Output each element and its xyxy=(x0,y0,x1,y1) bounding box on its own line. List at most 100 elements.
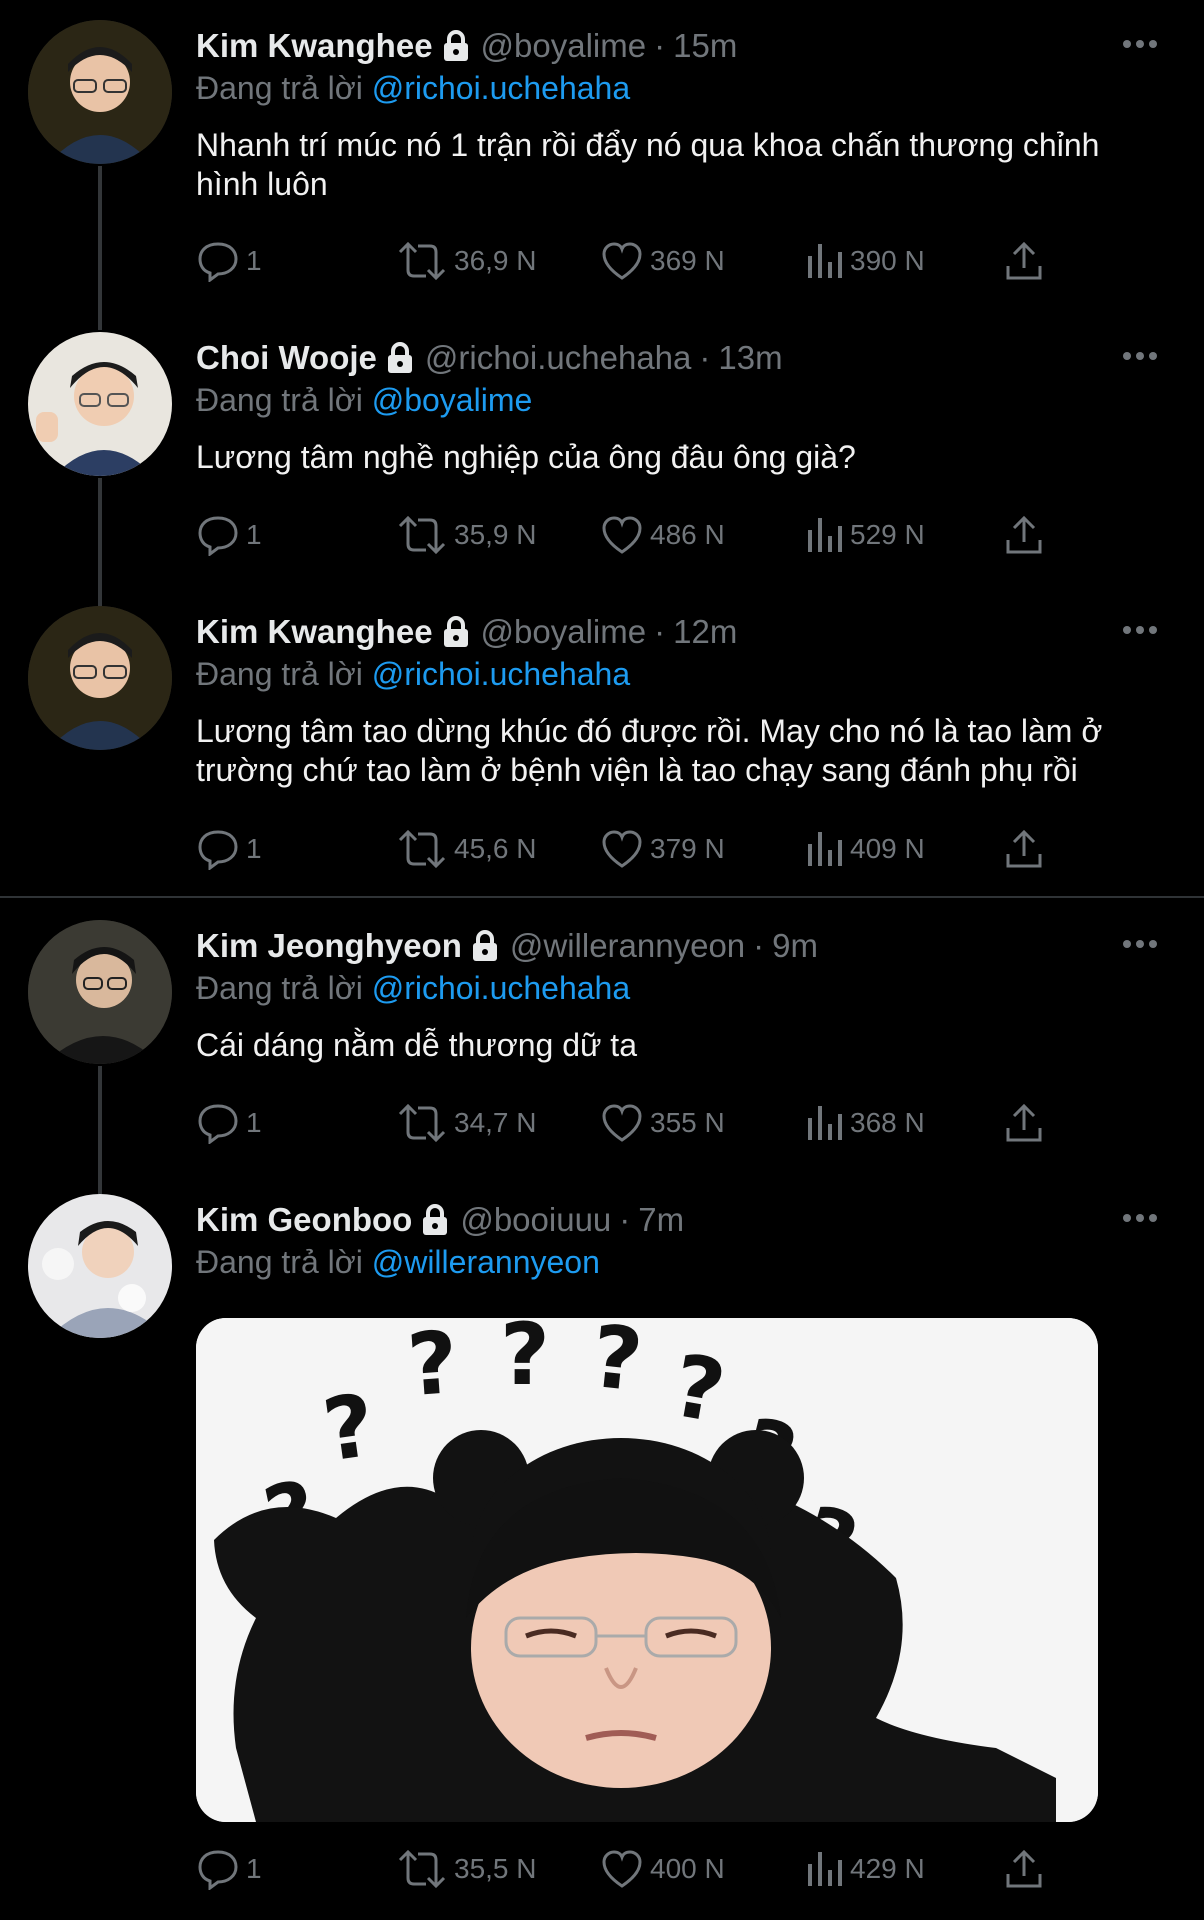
avatar[interactable] xyxy=(28,920,172,1064)
reply-button[interactable]: 1 xyxy=(196,1844,262,1894)
tweet-text: Cái dáng nằm dễ thương dữ ta xyxy=(196,1027,637,1063)
display-name[interactable]: Kim Geonboo xyxy=(196,1201,412,1239)
lock-icon xyxy=(441,29,471,63)
retweet-button[interactable]: 34,7 N xyxy=(396,1098,537,1148)
share-icon xyxy=(1006,1103,1042,1142)
reply-button[interactable]: 1 xyxy=(196,824,262,874)
more-icon[interactable] xyxy=(1120,24,1160,64)
timestamp[interactable]: 15m xyxy=(673,27,737,65)
handle[interactable]: @richoi.uchehaha xyxy=(425,339,692,377)
like-button[interactable]: 400 N xyxy=(600,1844,725,1894)
handle[interactable]: @boyalime xyxy=(481,613,647,651)
retweet-count: 45,6 N xyxy=(454,833,537,864)
tweet-actions: 1 36,9 N 369 N 390 N xyxy=(196,236,1056,286)
share-button[interactable] xyxy=(1002,824,1052,874)
retweet-button[interactable]: 36,9 N xyxy=(396,236,537,286)
tweet[interactable]: Choi Wooje @richoi.uchehaha · 13m Đang t… xyxy=(0,314,1204,594)
views-button[interactable]: 529 N xyxy=(804,510,925,560)
display-name[interactable]: Kim Kwanghee xyxy=(196,613,433,651)
views-button[interactable]: 390 N xyxy=(804,236,925,286)
reply-button[interactable]: 1 xyxy=(196,1098,262,1148)
handle[interactable]: @boyalime xyxy=(481,27,647,65)
like-count: 355 N xyxy=(650,1107,725,1138)
more-icon[interactable] xyxy=(1120,1198,1160,1238)
reply-count: 1 xyxy=(246,1107,262,1138)
retweet-count: 36,9 N xyxy=(454,245,537,276)
reply-count: 1 xyxy=(246,519,262,550)
separator: · xyxy=(753,927,765,964)
like-button[interactable]: 355 N xyxy=(600,1098,725,1148)
handle[interactable]: @willerannyeon xyxy=(510,927,745,965)
share-icon xyxy=(1006,241,1042,280)
retweet-icon xyxy=(398,515,446,555)
reply-count: 1 xyxy=(246,1853,262,1884)
views-button[interactable]: 409 N xyxy=(804,824,925,874)
timestamp[interactable]: 7m xyxy=(638,1201,684,1239)
display-name[interactable]: Kim Kwanghee xyxy=(196,27,433,65)
views-icon xyxy=(808,1852,842,1886)
views-icon xyxy=(808,244,842,278)
like-count: 369 N xyxy=(650,245,725,276)
retweet-button[interactable]: 35,9 N xyxy=(396,510,537,560)
mention-link[interactable]: @richoi.uchehaha xyxy=(372,70,630,106)
handle[interactable]: @booiuuu xyxy=(460,1201,611,1239)
like-count: 379 N xyxy=(650,833,725,864)
reply-button[interactable]: 1 xyxy=(196,236,262,286)
mention-link[interactable]: @boyalime xyxy=(372,382,533,418)
timestamp[interactable]: 13m xyxy=(718,339,782,377)
retweet-button[interactable]: 45,6 N xyxy=(396,824,537,874)
timestamp[interactable]: 12m xyxy=(673,613,737,651)
avatar[interactable] xyxy=(28,20,172,164)
tweet[interactable]: Kim Kwanghee @boyalime · 12m Đang trả lờ… xyxy=(0,588,1204,888)
share-button[interactable] xyxy=(1002,1844,1052,1894)
display-name[interactable]: Choi Wooje xyxy=(196,339,377,377)
share-icon xyxy=(1006,515,1042,554)
separator: · xyxy=(654,27,666,64)
more-icon[interactable] xyxy=(1120,336,1160,376)
display-name[interactable]: Kim Jeonghyeon xyxy=(196,927,462,965)
tweet-actions: 1 35,5 N 400 N 429 N xyxy=(196,1844,1056,1894)
timestamp[interactable]: 9m xyxy=(772,927,818,965)
more-icon[interactable] xyxy=(1120,924,1160,964)
like-button[interactable]: 486 N xyxy=(600,510,725,560)
svg-text:?: ? xyxy=(587,1318,647,1411)
retweet-icon xyxy=(398,1849,446,1889)
like-button[interactable]: 379 N xyxy=(600,824,725,874)
media-image[interactable]: ? ? ? ? ? ? ? ? ? xyxy=(196,1318,1098,1822)
mention-link[interactable]: @richoi.uchehaha xyxy=(372,656,630,692)
avatar[interactable] xyxy=(28,606,172,750)
tweet[interactable]: Kim Jeonghyeon @willerannyeon · 9m Đang … xyxy=(0,902,1204,1182)
tweet-header: Choi Wooje @richoi.uchehaha · 13m xyxy=(196,336,783,380)
replying-to: Đang trả lời @richoi.uchehaha xyxy=(196,70,630,107)
reply-button[interactable]: 1 xyxy=(196,510,262,560)
views-count: 429 N xyxy=(850,1853,925,1884)
views-button[interactable]: 429 N xyxy=(804,1844,925,1894)
retweet-icon xyxy=(398,241,446,281)
tweet-header: Kim Kwanghee @boyalime · 15m xyxy=(196,24,737,68)
avatar[interactable] xyxy=(28,332,172,476)
more-icon[interactable] xyxy=(1120,610,1160,650)
reply-icon xyxy=(198,516,238,556)
share-button[interactable] xyxy=(1002,1098,1052,1148)
share-button[interactable] xyxy=(1002,510,1052,560)
lock-icon xyxy=(385,341,415,375)
replying-label: Đang trả lời xyxy=(196,382,363,418)
mention-link[interactable]: @richoi.uchehaha xyxy=(372,970,630,1006)
retweet-button[interactable]: 35,5 N xyxy=(396,1844,537,1894)
lock-icon xyxy=(441,615,471,649)
tweet-header: Kim Kwanghee @boyalime · 12m xyxy=(196,610,737,654)
lock-icon xyxy=(420,1203,450,1237)
retweet-icon xyxy=(398,829,446,869)
views-button[interactable]: 368 N xyxy=(804,1098,925,1148)
tweet-actions: 1 35,9 N 486 N 529 N xyxy=(196,510,1056,560)
like-icon xyxy=(602,1104,642,1142)
tweet[interactable]: Kim Kwanghee @boyalime · 15m Đang trả lờ… xyxy=(0,0,1204,320)
avatar[interactable] xyxy=(28,1194,172,1338)
like-icon xyxy=(602,516,642,554)
share-button[interactable] xyxy=(1002,236,1052,286)
tweet[interactable]: Kim Geonboo @booiuuu · 7m Đang trả lời @… xyxy=(0,1176,1204,1920)
mention-link[interactable]: @willerannyeon xyxy=(372,1244,600,1280)
tweet-header: Kim Geonboo @booiuuu · 7m xyxy=(196,1198,684,1242)
like-button[interactable]: 369 N xyxy=(600,236,725,286)
reply-icon xyxy=(198,1850,238,1890)
